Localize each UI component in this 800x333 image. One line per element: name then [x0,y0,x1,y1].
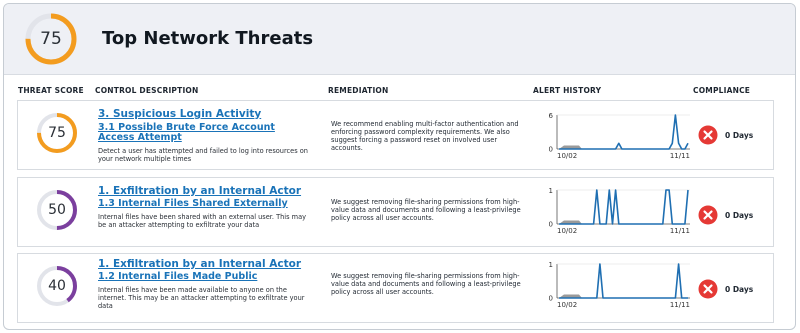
y-tick-label: 0 [549,295,553,303]
remediation-text: We suggest removing file-sharing permiss… [331,272,521,296]
x-tick-label: 11/11 [670,227,690,235]
threat-category-link[interactable]: 1. Exfiltration by an Internal Actor [98,258,301,270]
alert-series-line [559,263,688,299]
compliance-days: 0 Days [725,211,754,220]
threat-category-link[interactable]: 3. Suspicious Login Activity [98,108,261,120]
x-tick-label: 11/11 [670,152,690,160]
alert-history-chart: 6 0 10/02 11/11 [549,112,690,160]
threat-category-link[interactable]: 1. Exfiltration by an Internal Actor [98,185,301,197]
compliance-days: 0 Days [725,131,754,140]
alert-history-chart: 1 0 10/02 11/11 [549,187,690,235]
threat-control-link[interactable]: 3.1 Possible Brute Force Account Access … [98,123,308,143]
threat-score: 40 [48,278,66,294]
threat-row: 50 1. Exfiltration by an Internal Actor … [17,177,774,247]
x-circle-icon [698,279,718,299]
y-tick-label: 0 [549,221,553,229]
y-tick-label: 1 [549,261,553,269]
x-tick-label: 11/11 [670,301,690,309]
y-tick-label: 6 [549,112,554,120]
column-header-remediation: REMEDIATION [328,86,389,95]
alert-series-line [559,114,689,150]
alert-history-chart: 1 0 10/02 11/11 [549,261,690,309]
remediation-text: We recommend enabling multi-factor authe… [331,120,519,152]
card-header: 75 Top Network Threats [4,4,795,75]
threat-description: Internal files have been made available … [98,286,305,310]
x-tick-label: 10/02 [557,301,577,309]
remediation-text: We suggest removing file-sharing permiss… [331,198,521,222]
column-header-compliance: COMPLIANCE [693,86,751,95]
threat-description: Internal files have been shared with an … [98,213,307,229]
column-header-threat-score: THREAT SCORE [18,86,84,95]
threat-score: 50 [48,202,66,218]
threat-description: Detect a user has attempted and failed t… [98,147,308,163]
compliance-days: 0 Days [725,285,754,294]
threats-card: 75 Top Network Threats THREAT SCORE CONT… [3,3,796,330]
threat-row: 75 3. Suspicious Login Activity 3.1 Poss… [17,100,774,170]
threat-score: 75 [48,125,66,141]
x-circle-icon [698,205,718,225]
column-header-alert-history: ALERT HISTORY [533,86,602,95]
header-score: 75 [40,29,62,49]
y-tick-label: 0 [549,146,553,154]
column-header-control-description: CONTROL DESCRIPTION [95,86,199,95]
y-tick-label: 1 [549,187,553,195]
alert-series-line [559,189,689,225]
x-tick-label: 10/02 [557,152,577,160]
threat-row: 40 1. Exfiltration by an Internal Actor … [17,253,774,323]
x-tick-label: 10/02 [557,227,577,235]
threat-control-link[interactable]: 1.3 Internal Files Shared Externally [98,199,308,209]
x-circle-icon [698,125,718,145]
page-title: Top Network Threats [102,28,314,49]
threat-control-link[interactable]: 1.2 Internal Files Made Public [98,272,308,282]
